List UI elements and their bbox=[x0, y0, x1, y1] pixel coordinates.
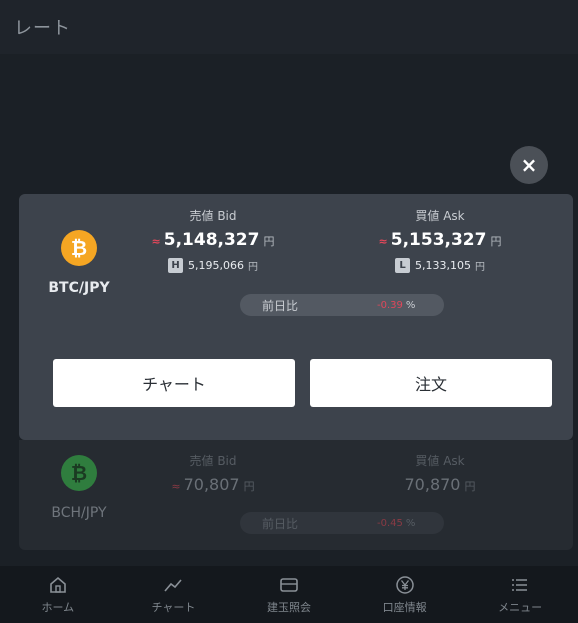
day-change: 前日比 -0.45% bbox=[240, 512, 444, 534]
yen-icon bbox=[395, 575, 415, 595]
bid-label: 売値 Bid bbox=[189, 454, 237, 468]
up-arrow-icon: ≈ bbox=[378, 235, 388, 248]
home-icon bbox=[48, 575, 68, 595]
coin-info: ₿ BCH/JPY bbox=[41, 455, 117, 521]
ask-price: ≈5,153,327 円 bbox=[378, 230, 502, 250]
tab-chart[interactable]: チャート bbox=[116, 566, 232, 623]
ask-label: 買値 Ask bbox=[415, 209, 465, 223]
change-label: 前日比 bbox=[262, 298, 299, 313]
up-arrow-icon: ≈ bbox=[171, 480, 181, 493]
bid-price: ≈70,807 円 bbox=[171, 475, 255, 494]
ask-block: 買値 Ask ≈5,153,327 円 L 5,133,105 円 bbox=[364, 207, 516, 273]
ask-price: 70,870 円 bbox=[404, 475, 476, 494]
bid-label: 売値 Bid bbox=[189, 209, 237, 223]
ask-label: 買値 Ask bbox=[415, 454, 465, 468]
bitcoin-icon: ₿ bbox=[61, 230, 97, 266]
rate-row[interactable]: ₿ BCH/JPY 売値 Bid ≈70,807 円 買値 Ask 70,870 円… bbox=[19, 440, 573, 550]
chart-icon bbox=[163, 575, 183, 595]
bid-block: 売値 Bid ≈70,807 円 bbox=[137, 452, 289, 494]
order-button[interactable]: 注文 bbox=[310, 359, 552, 407]
up-arrow-icon: ≈ bbox=[151, 235, 161, 248]
change-value: -0.45% bbox=[377, 517, 416, 529]
low-price: L 5,133,105 円 bbox=[364, 258, 516, 273]
tab-menu[interactable]: メニュー bbox=[462, 566, 578, 623]
close-icon: × bbox=[520, 153, 538, 177]
pair-name: BTC/JPY bbox=[48, 280, 110, 296]
day-change: 前日比 -0.39% bbox=[240, 294, 444, 316]
bitcoin-cash-icon: ₿ bbox=[61, 455, 97, 491]
header: レート bbox=[0, 0, 578, 54]
ask-block: 買値 Ask 70,870 円 bbox=[364, 452, 516, 494]
wallet-icon bbox=[279, 575, 299, 595]
change-value: -0.39% bbox=[377, 299, 416, 311]
rate-screen: レート × ₿ BTC/JPY 売値 Bid ≈5,148,327 円 H 5,19… bbox=[0, 0, 578, 623]
tab-positions[interactable]: 建玉照会 bbox=[231, 566, 347, 623]
low-badge: L bbox=[395, 258, 410, 273]
tab-home[interactable]: ホーム bbox=[0, 566, 116, 623]
change-label: 前日比 bbox=[262, 516, 299, 531]
pair-name: BCH/JPY bbox=[51, 505, 107, 521]
close-button[interactable]: × bbox=[510, 146, 548, 184]
chart-button[interactable]: チャート bbox=[53, 359, 295, 407]
high-badge: H bbox=[168, 258, 183, 273]
bid-price: ≈5,148,327 円 bbox=[151, 230, 275, 250]
page-title: レート bbox=[14, 18, 71, 39]
bottom-tab-bar: ホーム チャート 建玉照会 口座情報 メニュー bbox=[0, 566, 578, 623]
bid-block: 売値 Bid ≈5,148,327 円 H 5,195,066 円 bbox=[137, 207, 289, 273]
high-price: H 5,195,066 円 bbox=[137, 258, 289, 273]
coin-info: ₿ BTC/JPY bbox=[41, 230, 117, 296]
menu-icon bbox=[510, 575, 530, 595]
tab-account[interactable]: 口座情報 bbox=[347, 566, 463, 623]
rate-detail-card: ₿ BTC/JPY 売値 Bid ≈5,148,327 円 H 5,195,066 円… bbox=[19, 194, 573, 440]
